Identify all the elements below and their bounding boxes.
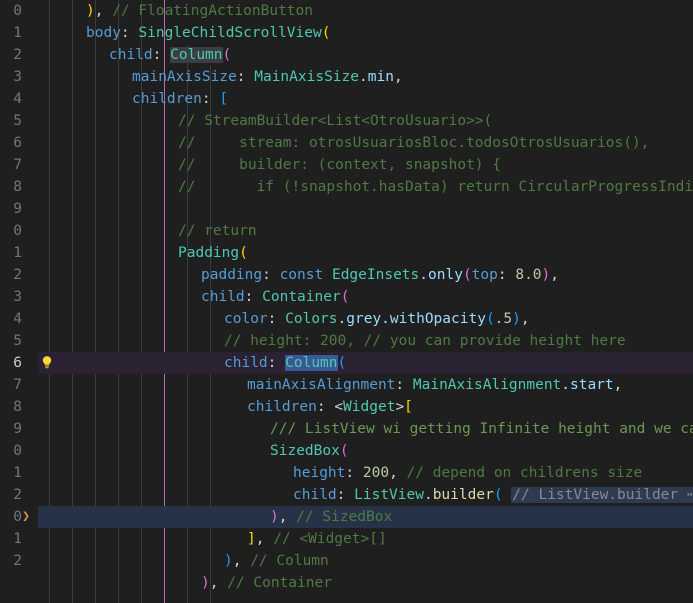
line-number: 2 xyxy=(13,553,22,569)
code-line[interactable]: ), // Container xyxy=(38,572,693,594)
line-number: 2 xyxy=(13,267,22,283)
selected-token: Column xyxy=(170,47,223,63)
code-line[interactable]: SizedBox( xyxy=(38,440,693,462)
code-line[interactable]: /// ListView wi getting Infinite height … xyxy=(38,418,693,440)
code-editor[interactable]: 0 1 2 3 4 5 6 7 8 9 0 1 2 3 4 5 6 7 8 9 … xyxy=(0,0,693,603)
code-line[interactable]: child: Column( xyxy=(38,352,693,374)
line-number: 5 xyxy=(13,333,22,349)
line-number xyxy=(0,572,22,594)
line-number: 8 xyxy=(13,179,22,195)
code-line[interactable]: // return xyxy=(38,220,693,242)
line-number: 2 xyxy=(13,47,22,63)
code-line[interactable]: children: <Widget>[ xyxy=(38,396,693,418)
code-line[interactable]: // height: 200, // you can provide heigh… xyxy=(38,330,693,352)
line-number: 1 xyxy=(13,531,22,547)
line-number: 6 xyxy=(13,135,22,151)
line-number: 9 xyxy=(13,421,22,437)
line-number: 7 xyxy=(13,377,22,393)
line-number: 2 xyxy=(13,487,22,503)
code-line[interactable]: mainAxisAlignment: MainAxisAlignment.sta… xyxy=(38,374,693,396)
fold-chevron-icon[interactable]: ❯ xyxy=(19,506,33,528)
code-line[interactable]: ), // Column xyxy=(38,550,693,572)
selected-token: Column xyxy=(285,355,338,371)
code-line[interactable]: ), // SizedBox xyxy=(38,506,693,528)
line-number: 6 xyxy=(13,355,22,371)
line-number: 4 xyxy=(13,311,22,327)
line-number: 1 xyxy=(13,465,22,481)
line-number: 8 xyxy=(13,399,22,415)
code-line[interactable]: mainAxisSize: MainAxisSize.min, xyxy=(38,66,693,88)
code-line[interactable]: color: Colors.grey.withOpacity(.5), xyxy=(38,308,693,330)
code-line[interactable]: child: Column( xyxy=(38,44,693,66)
code-line[interactable]: ], // <Widget>[] xyxy=(38,528,693,550)
editor-gutter[interactable]: 0 1 2 3 4 5 6 7 8 9 0 1 2 3 4 5 6 7 8 9 … xyxy=(0,0,38,603)
line-number: 1 xyxy=(13,25,22,41)
line-number: 7 xyxy=(13,157,22,173)
line-number: 0 xyxy=(13,3,22,19)
code-line[interactable]: children: [ xyxy=(38,88,693,110)
code-line[interactable]: // builder: (context, snapshot) { xyxy=(38,154,693,176)
code-line[interactable]: child: Container( xyxy=(38,286,693,308)
code-line[interactable]: // StreamBuilder<List<OtroUsuario>>( xyxy=(38,110,693,132)
line-number: 1 xyxy=(13,245,22,261)
line-number: 5 xyxy=(13,113,22,129)
code-line[interactable]: height: 200, // depend on childrens size xyxy=(38,462,693,484)
line-number: 0 xyxy=(13,443,22,459)
code-line[interactable]: // if (!snapshot.hasData) return Circula… xyxy=(38,176,693,198)
line-number: 3 xyxy=(13,289,22,305)
line-number: 3 xyxy=(13,69,22,85)
code-line[interactable]: ), // FloatingActionButton xyxy=(38,0,693,22)
code-line[interactable]: padding: const EdgeInsets.only(top: 8.0)… xyxy=(38,264,693,286)
folded-region-label[interactable]: // ListView.builder ⋯ xyxy=(511,487,693,503)
line-number: 9 xyxy=(13,201,22,217)
code-line[interactable]: Padding( xyxy=(38,242,693,264)
line-number: 4 xyxy=(13,91,22,107)
lightbulb-icon[interactable] xyxy=(39,352,55,374)
code-surface[interactable]: ), // FloatingActionButton body: SingleC… xyxy=(38,0,693,603)
line-number: 0 xyxy=(13,223,22,239)
code-line[interactable]: body: SingleChildScrollView( xyxy=(38,22,693,44)
code-line[interactable] xyxy=(38,198,693,220)
code-line-folded[interactable]: child: ListView.builder( // ListView.bui… xyxy=(38,484,693,506)
code-line[interactable]: // stream: otrosUsuariosBloc.todosOtrosU… xyxy=(38,132,693,154)
